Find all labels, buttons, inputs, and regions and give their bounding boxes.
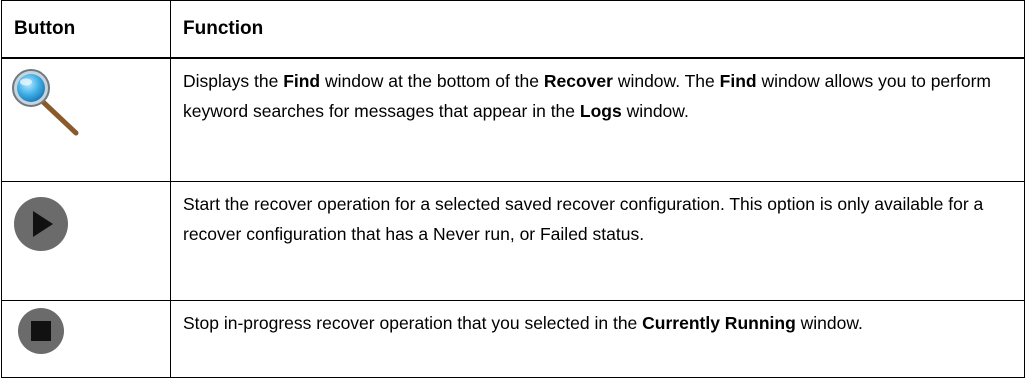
description-text: window.: [795, 313, 863, 333]
header-function: Function: [170, 0, 1025, 59]
bold-term: Currently Running: [642, 313, 796, 333]
table-row: Displays the Find window at the bottom o…: [1, 57, 1025, 182]
bold-term: Find: [719, 71, 757, 91]
description-text: window at the bottom of the: [320, 71, 544, 91]
play-icon: [14, 197, 68, 251]
bold-term: Logs: [579, 101, 622, 121]
find-magnifier-icon: [12, 69, 79, 136]
description-text: window.: [621, 101, 689, 121]
stop-icon: [18, 308, 64, 354]
icon-cell: [1, 181, 171, 301]
icon-cell: [1, 57, 171, 182]
row-description: Stop in-progress recover operation that …: [170, 300, 1025, 378]
row-description: Start the recover operation for a select…: [170, 181, 1025, 301]
button-function-table: Button Function Displays the Find window…: [1, 0, 1025, 378]
bold-term: Find: [283, 71, 321, 91]
bold-term: Recover: [543, 71, 613, 91]
table-header-row: Button Function: [1, 0, 1025, 59]
table-row: Start the recover operation for a select…: [1, 181, 1025, 301]
icon-cell: [1, 300, 171, 378]
description-text: Displays the: [183, 71, 284, 91]
row-description: Displays the Find window at the bottom o…: [170, 57, 1025, 182]
header-button: Button: [1, 0, 171, 59]
description-text: window. The: [612, 71, 720, 91]
description-text: Stop in-progress recover operation that …: [183, 313, 643, 333]
table-row: Stop in-progress recover operation that …: [1, 300, 1025, 378]
description-text: Start the recover operation for a select…: [183, 194, 984, 244]
